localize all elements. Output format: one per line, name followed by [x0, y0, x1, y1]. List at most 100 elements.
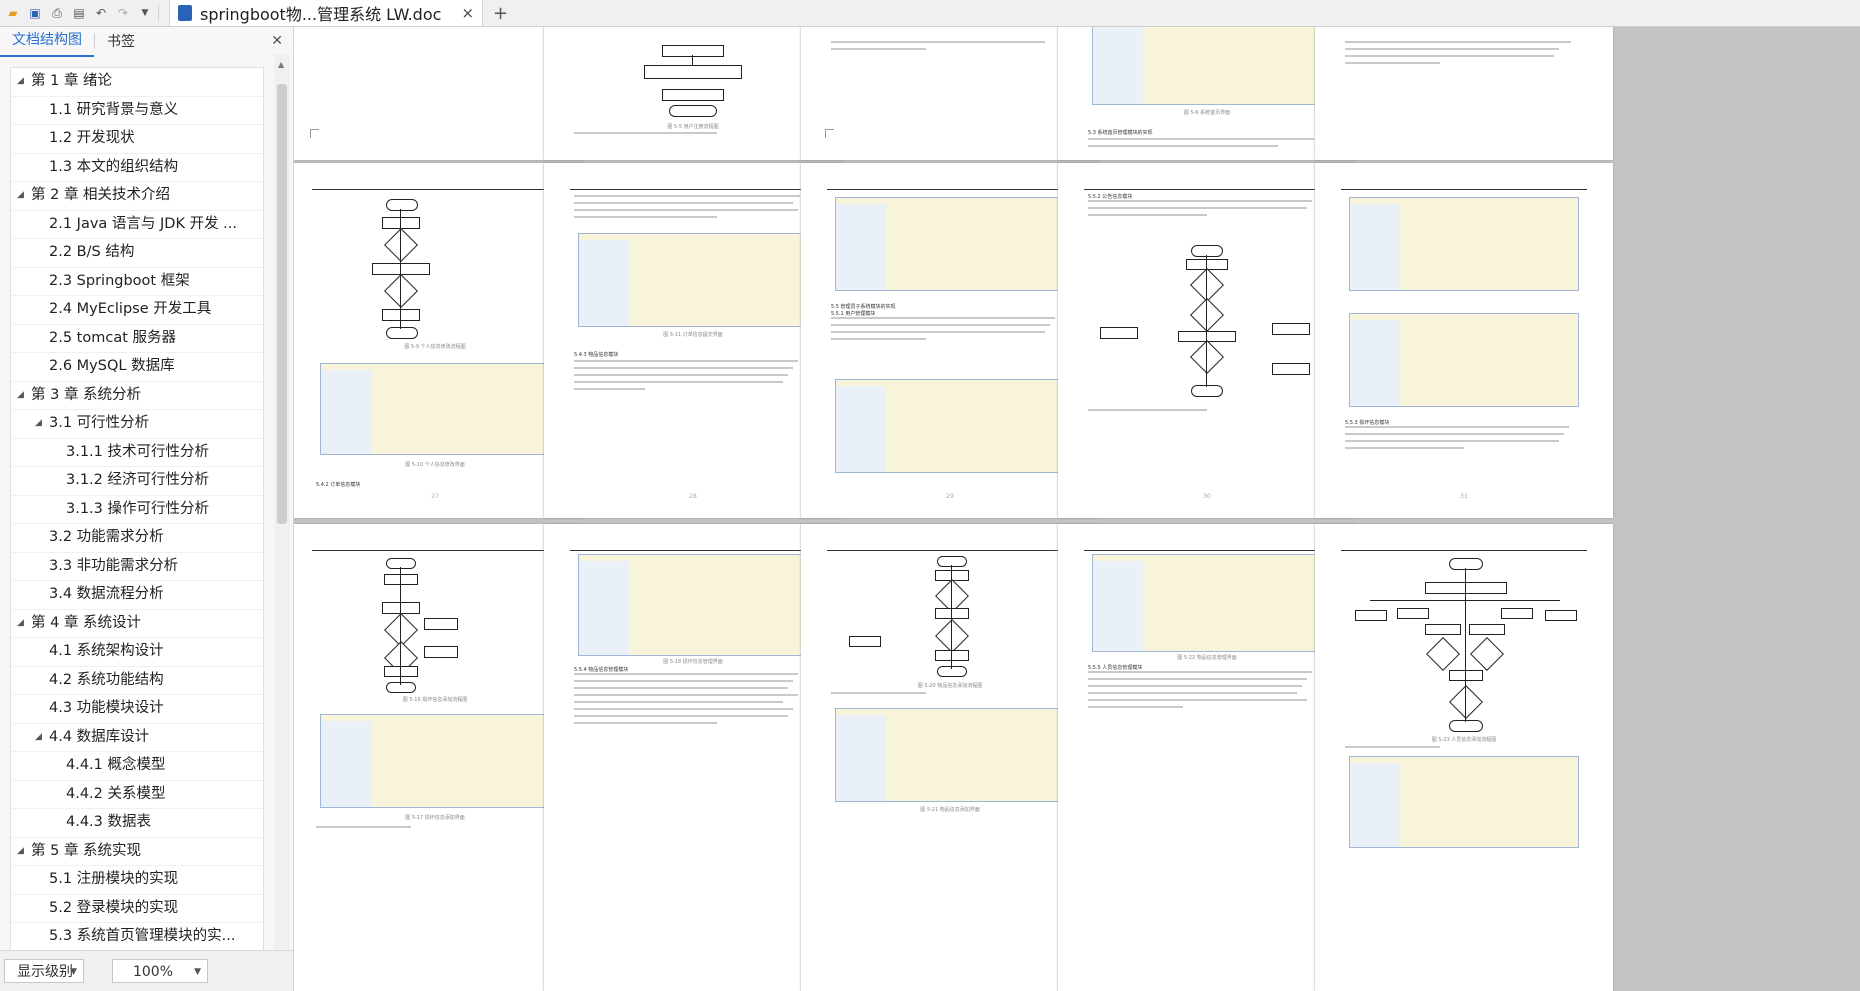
page-section-heading: 5.5.5 人员信息管理模块: [1088, 665, 1143, 671]
page-thumbnail[interactable]: [294, 27, 584, 160]
redo-icon[interactable]: ↷: [114, 4, 132, 22]
outline-item[interactable]: 2.5 tomcat 服务器: [11, 325, 263, 353]
page-thumbnail[interactable]: 图 5-5 用户注册流程图: [544, 27, 842, 160]
outline-item-label: 3.2 功能需求分析: [49, 529, 164, 545]
undo-icon[interactable]: ↶: [92, 4, 110, 22]
outline-item-label: 4.3 功能模块设计: [49, 700, 164, 716]
page-thumbnail[interactable]: 图 5-23 人员信息添加流程图: [1315, 524, 1613, 991]
page-section-heading: 5.5 管理员子系统模块的实现: [831, 304, 896, 310]
expand-triangle-icon[interactable]: ◢: [17, 182, 24, 210]
outline-item[interactable]: 3.1.1 技术可行性分析: [11, 439, 263, 467]
outline-item[interactable]: 2.2 B/S 结构: [11, 239, 263, 268]
outline-item-label: 4.1 系统架构设计: [49, 643, 164, 659]
outline-item[interactable]: ◢ 第 5 章 系统实现: [11, 838, 263, 866]
page-thumbnail[interactable]: 图 5-11 订单信息提交界面 5.4.3 物品信息模块 28: [544, 163, 842, 518]
outline-item[interactable]: 4.4.1 概念模型: [11, 752, 263, 781]
page-thumbnail[interactable]: 图 5-9 个人信息修改流程图 图 5-10 个人信息修改界面 5.4.2 订单…: [294, 163, 584, 518]
outline-scrollbar[interactable]: ▲ ▼: [274, 54, 290, 964]
scroll-up-icon[interactable]: ▲: [278, 60, 284, 69]
outline-item-label: 3.1 可行性分析: [49, 415, 150, 431]
outline-item[interactable]: ◢ 4.4 数据库设计: [11, 724, 263, 752]
outline-item[interactable]: 2.1 Java 语言与 JDK 开发 ...: [11, 211, 263, 239]
page-thumbnail[interactable]: 图 5-18 损坏信息管理界面 5.5.4 物品信息管理模块: [544, 524, 842, 991]
outline-item-label: 1.3 本文的组织结构: [49, 158, 179, 175]
outline-item[interactable]: ◢ 第 4 章 系统设计: [11, 610, 263, 638]
outline-item-label: 第 2 章 相关技术介绍: [31, 187, 171, 203]
page-section-heading: 5.5.2 公告信息模块: [1088, 194, 1133, 200]
page-subsection-heading: 5.5.1 用户管理模块: [831, 311, 876, 317]
outline-item[interactable]: 2.3 Springboot 框架: [11, 268, 263, 296]
expand-triangle-icon[interactable]: ◢: [17, 382, 24, 410]
outline-item[interactable]: 3.3 非功能需求分析: [11, 553, 263, 581]
tab-bookmarks[interactable]: 书签: [95, 31, 147, 57]
page-thumbnail[interactable]: 图 5-6 系统首页界面 5.3 系统首页管理模块的实现: [1058, 27, 1356, 160]
chevron-down-icon: ▼: [194, 967, 201, 977]
expand-triangle-icon[interactable]: ◢: [35, 410, 42, 438]
outline-item[interactable]: 4.4.3 数据表: [11, 809, 263, 838]
page-thumbnail[interactable]: [801, 27, 1099, 160]
outline-item[interactable]: 4.2 系统功能结构: [11, 667, 263, 695]
page-thumbnail[interactable]: 图 5-20 物品信息添加流程图 图 5-21 物品信息添加界面: [801, 524, 1099, 991]
page-section-heading: 5.4.2 订单信息模块: [316, 482, 361, 488]
page-thumbnail[interactable]: 图 5-16 损坏信息添加流程图 图 5-17 损坏信息添加界面: [294, 524, 584, 991]
outline-item-label: 4.2 系统功能结构: [49, 671, 164, 688]
tab-document-map[interactable]: 文档结构图: [0, 29, 94, 57]
document-pages-view[interactable]: 图 5-5 用户注册流程图 图 5-6 系统首页界面 5.3 系统首页管理模块的…: [294, 27, 1860, 991]
outline-item[interactable]: 5.1 注册模块的实现: [11, 866, 263, 895]
navigation-pane: 文档结构图 书签 ✕ ◢ 第 1 章 绪论 1.1 研究背景与意义 1.2 开发现状 1…: [0, 27, 294, 991]
close-pane-icon[interactable]: ✕: [271, 33, 283, 49]
outline-item[interactable]: 1.2 开发现状: [11, 125, 263, 154]
page-thumbnail[interactable]: 5.5.3 损坏信息模块 31: [1315, 163, 1613, 518]
zoom-select[interactable]: 100% ▼: [112, 959, 208, 983]
chevron-down-icon: ▼: [70, 967, 77, 977]
outline-item[interactable]: 4.1 系统架构设计: [11, 638, 263, 667]
pane-tabs: 文档结构图 书签 ✕: [0, 27, 293, 57]
page-thumbnail[interactable]: 5.5.2 公告信息模块 30: [1058, 163, 1356, 518]
outline-item-label: 3.1.2 经济可行性分析: [66, 472, 210, 488]
document-tab[interactable]: springboot物...管理系统 LW.doc ×: [169, 0, 484, 26]
outline-item[interactable]: 3.1.3 操作可行性分析: [11, 496, 263, 524]
display-level-select[interactable]: 显示级别 ▼: [4, 959, 84, 983]
outline-item-label: 2.5 tomcat 服务器: [49, 329, 177, 346]
expand-triangle-icon[interactable]: ◢: [17, 610, 24, 638]
expand-triangle-icon[interactable]: ◢: [17, 838, 24, 866]
page-thumbnail[interactable]: 5.5 管理员子系统模块的实现 5.5.1 用户管理模块 29: [801, 163, 1099, 518]
outline-item-label: 3.1.3 操作可行性分析: [66, 500, 210, 517]
outline-item[interactable]: ◢ 第 3 章 系统分析: [11, 382, 263, 410]
outline-item[interactable]: 3.4 数据流程分析: [11, 581, 263, 610]
outline-item[interactable]: 4.4.2 关系模型: [11, 781, 263, 809]
outline-item-label: 3.4 数据流程分析: [49, 586, 164, 602]
open-folder-icon[interactable]: ▰: [4, 4, 22, 22]
scrollbar-thumb[interactable]: [277, 84, 287, 524]
add-tab-button[interactable]: +: [493, 3, 508, 24]
close-tab-icon[interactable]: ×: [461, 4, 474, 22]
outline-item[interactable]: ◢ 3.1 可行性分析: [11, 410, 263, 439]
outline-item-label: 5.1 注册模块的实现: [49, 871, 179, 887]
page-thumbnail[interactable]: 图 5-22 物品信息管理界面 5.5.5 人员信息管理模块: [1058, 524, 1356, 991]
outline-item-label: 1.2 开发现状: [49, 130, 135, 146]
outline-item[interactable]: 2.6 MySQL 数据库: [11, 353, 263, 382]
expand-triangle-icon[interactable]: ◢: [35, 724, 42, 752]
outline-item[interactable]: 4.3 功能模块设计: [11, 695, 263, 724]
outline-item[interactable]: 3.1.2 经济可行性分析: [11, 467, 263, 496]
expand-triangle-icon[interactable]: ◢: [17, 68, 24, 96]
toolbar-divider: [158, 5, 159, 21]
outline-item[interactable]: 5.3 系统首页管理模块的实...: [11, 923, 263, 952]
save-icon[interactable]: ▣: [26, 4, 44, 22]
outline-item[interactable]: 3.2 功能需求分析: [11, 524, 263, 553]
outline-item-label: 2.6 MySQL 数据库: [49, 358, 175, 374]
outline-item[interactable]: 2.4 MyEclipse 开发工具: [11, 296, 263, 325]
more-dropdown-icon[interactable]: ▼: [136, 4, 154, 22]
outline-item-label: 4.4.1 概念模型: [66, 757, 166, 773]
outline-item[interactable]: 1.3 本文的组织结构: [11, 154, 263, 182]
outline-item[interactable]: 1.1 研究背景与意义: [11, 97, 263, 125]
document-outline[interactable]: ◢ 第 1 章 绪论 1.1 研究背景与意义 1.2 开发现状 1.3 本文的组织结构 ◢…: [10, 67, 264, 967]
outline-item[interactable]: 5.2 登录模块的实现: [11, 895, 263, 923]
outline-item-label: 4.4.3 数据表: [66, 814, 152, 830]
outline-item[interactable]: ◢ 第 2 章 相关技术介绍: [11, 182, 263, 211]
print-preview-icon[interactable]: ▤: [70, 4, 88, 22]
print-icon[interactable]: ⎙: [48, 4, 66, 22]
page-thumbnail[interactable]: [1315, 27, 1613, 160]
outline-item[interactable]: ◢ 第 1 章 绪论: [11, 68, 263, 97]
title-bar: ▰ ▣ ⎙ ▤ ↶ ↷ ▼ springboot物...管理系统 LW.doc …: [0, 0, 1860, 27]
